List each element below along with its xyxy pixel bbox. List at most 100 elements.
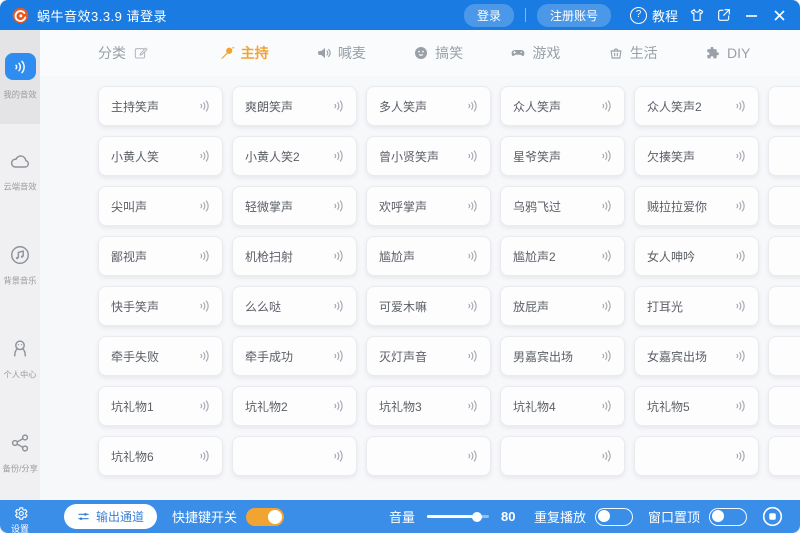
register-button[interactable]: 注册账号 (537, 4, 611, 27)
sidebar-item-backup-share[interactable]: 备份/分享 (0, 406, 40, 500)
sidebar-item-cloud-sounds[interactable]: 云端音效 (0, 124, 40, 218)
close-button[interactable] (771, 7, 788, 24)
music-disc-icon (9, 244, 31, 266)
speaker-waves-icon (196, 348, 212, 364)
person-icon (9, 338, 31, 360)
sound-card[interactable]: 男嘉宾出场 (500, 336, 625, 376)
speaker-waves-icon (732, 148, 748, 164)
speaker-waves-icon (464, 298, 480, 314)
sound-card[interactable] (768, 436, 800, 476)
sound-card[interactable] (768, 136, 800, 176)
cloud-icon (9, 150, 31, 172)
sound-card[interactable]: 灭灯声音 (366, 336, 491, 376)
tab-diy[interactable]: DIY (705, 43, 750, 63)
tab-life[interactable]: 生活 (608, 43, 658, 63)
sound-card-label: 小黄人笑2 (245, 148, 330, 165)
smiley-icon (413, 45, 429, 61)
microphone-icon (219, 45, 235, 61)
category-button[interactable]: 分类 (98, 43, 149, 63)
sound-card-label: 尴尬声2 (513, 248, 598, 265)
sound-card[interactable] (768, 186, 800, 226)
sound-card-label: 众人笑声 (513, 98, 598, 115)
sound-card[interactable]: 小黄人笑 (98, 136, 223, 176)
sound-card[interactable] (768, 86, 800, 126)
sound-card[interactable]: 曾小贤笑声 (366, 136, 491, 176)
sound-card[interactable]: 打耳光 (634, 286, 759, 326)
sound-card[interactable]: 牵手成功 (232, 336, 357, 376)
sound-card[interactable]: 贼拉拉爱你 (634, 186, 759, 226)
sound-card[interactable]: 快手笑声 (98, 286, 223, 326)
sound-card[interactable]: 机枪扫射 (232, 236, 357, 276)
speaker-waves-icon (196, 298, 212, 314)
repeat-toggle[interactable] (595, 508, 633, 526)
tutorial-button[interactable]: ? 教程 (630, 6, 678, 25)
sound-card[interactable]: 尴尬声 (366, 236, 491, 276)
volume-knob[interactable] (472, 512, 482, 522)
sidebar: 我的音效云端音效背景音乐个人中心备份/分享 (0, 30, 40, 500)
sound-card[interactable]: 小黄人笑2 (232, 136, 357, 176)
volume-slider[interactable] (427, 515, 489, 518)
sound-card[interactable]: 爽朗笑声 (232, 86, 357, 126)
sidebar-item-profile[interactable]: 个人中心 (0, 312, 40, 406)
sound-card[interactable]: 女人呻吟 (634, 236, 759, 276)
hotkey-toggle[interactable] (246, 508, 284, 526)
sound-card[interactable]: 坑礼物5 (634, 386, 759, 426)
sound-card[interactable] (500, 436, 625, 476)
sidebar-item-settings[interactable]: 设置 (0, 500, 40, 533)
login-button[interactable]: 登录 (464, 4, 514, 27)
tab-shout[interactable]: 喊麦 (316, 43, 366, 63)
sound-card[interactable]: 尴尬声2 (500, 236, 625, 276)
sidebar-item-bg-music[interactable]: 背景音乐 (0, 218, 40, 312)
skin-icon[interactable] (689, 7, 705, 23)
sound-card[interactable] (768, 286, 800, 326)
titlebar-actions: 登录 注册账号 ? 教程 (464, 4, 788, 27)
speaker-waves-icon (732, 448, 748, 464)
speaker-waves-icon (464, 98, 480, 114)
sound-card[interactable] (232, 436, 357, 476)
sound-card[interactable]: 坑礼物2 (232, 386, 357, 426)
speaker-waves-icon (732, 98, 748, 114)
sound-card[interactable]: 坑礼物3 (366, 386, 491, 426)
sound-card[interactable]: 尖叫声 (98, 186, 223, 226)
minimize-button[interactable] (743, 7, 760, 24)
edit-icon (133, 45, 149, 61)
sound-card[interactable]: 坑礼物1 (98, 386, 223, 426)
sound-card[interactable]: 众人笑声 (500, 86, 625, 126)
sound-card[interactable]: 众人笑声2 (634, 86, 759, 126)
help-icon: ? (630, 7, 647, 24)
tab-game[interactable]: 游戏 (510, 43, 560, 63)
sound-card[interactable] (366, 436, 491, 476)
sound-card[interactable]: 坑礼物6 (98, 436, 223, 476)
sound-card[interactable] (768, 386, 800, 426)
sidebar-item-my-sounds[interactable]: 我的音效 (0, 30, 40, 124)
topmost-toggle[interactable] (709, 508, 747, 526)
sound-card[interactable]: 鄙视声 (98, 236, 223, 276)
sound-card[interactable]: 坑礼物4 (500, 386, 625, 426)
stop-button[interactable] (761, 505, 784, 528)
sound-card[interactable]: 女嘉宾出场 (634, 336, 759, 376)
sound-card[interactable]: 放屁声 (500, 286, 625, 326)
sound-card[interactable]: 欢呼掌声 (366, 186, 491, 226)
tab-label: 游戏 (532, 43, 560, 63)
sound-card[interactable]: 星爷笑声 (500, 136, 625, 176)
popout-icon[interactable] (716, 7, 732, 23)
sound-card[interactable] (634, 436, 759, 476)
sound-card[interactable] (768, 236, 800, 276)
speaker-waves-icon (464, 198, 480, 214)
sound-card[interactable] (768, 336, 800, 376)
app-title: 蜗牛音效3.3.9 请登录 (37, 6, 167, 25)
sound-card[interactable]: 多人笑声 (366, 86, 491, 126)
sound-card[interactable]: 可爱木嘛 (366, 286, 491, 326)
sound-card[interactable]: 乌鸦飞过 (500, 186, 625, 226)
tab-funny[interactable]: 搞笑 (413, 43, 463, 63)
speaker-waves-icon (598, 298, 614, 314)
tab-host[interactable]: 主持 (219, 43, 269, 63)
sound-card[interactable]: 主持笑声 (98, 86, 223, 126)
sound-card[interactable]: 欠揍笑声 (634, 136, 759, 176)
sound-card-label: 鄙视声 (111, 248, 196, 265)
sound-card[interactable]: 牵手失败 (98, 336, 223, 376)
speaker-waves-icon (330, 448, 346, 464)
output-channel-button[interactable]: 输出通道 (64, 504, 157, 529)
sound-card[interactable]: 轻微掌声 (232, 186, 357, 226)
sound-card[interactable]: 么么哒 (232, 286, 357, 326)
